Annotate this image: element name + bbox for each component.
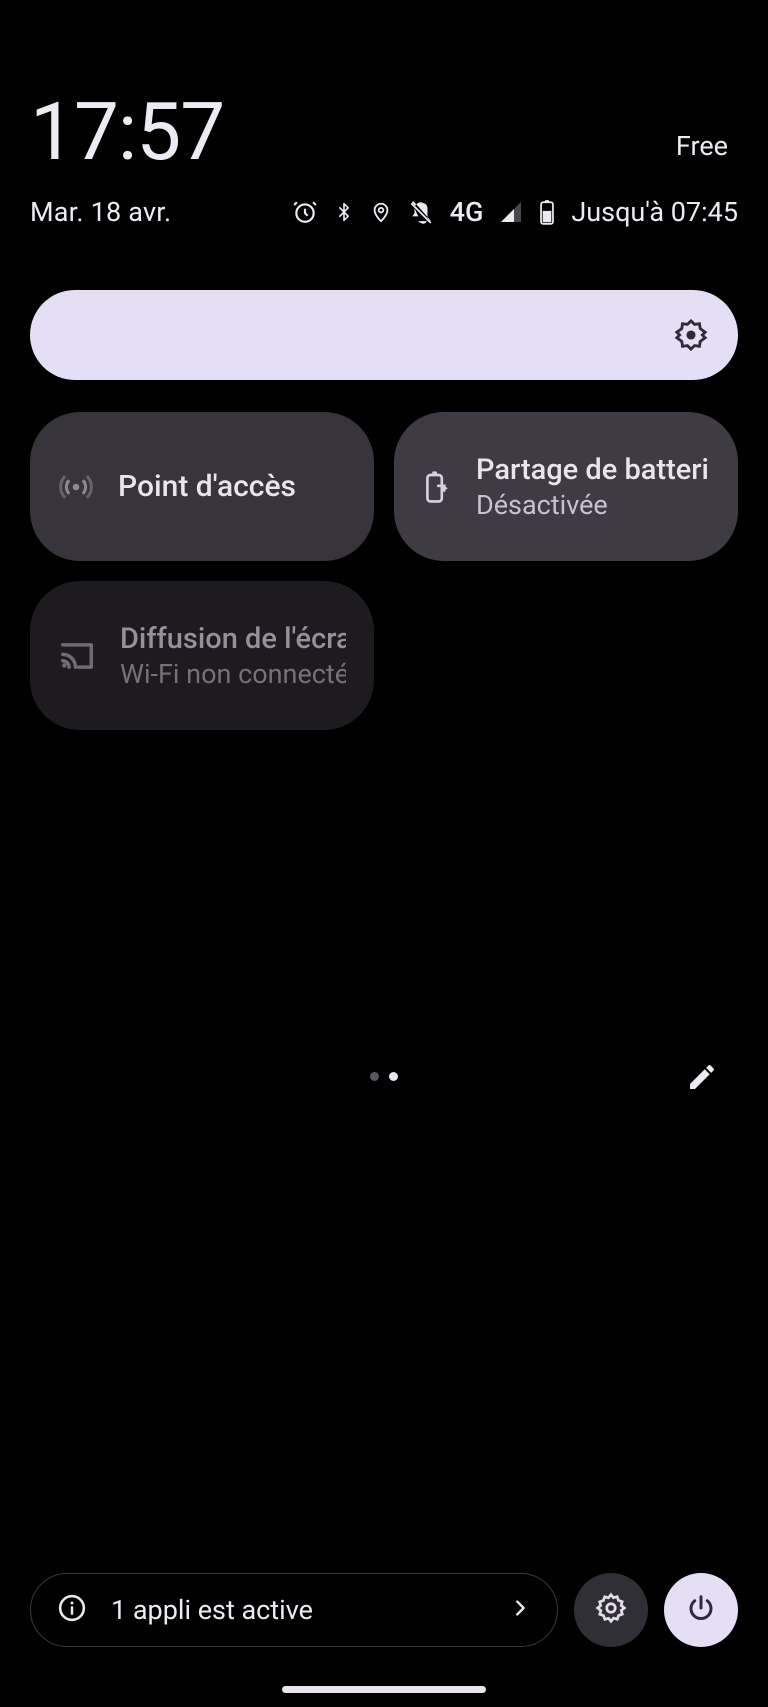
chevron-right-icon <box>509 1597 531 1623</box>
battery-share-icon <box>422 469 452 505</box>
page-dot-active <box>389 1072 398 1081</box>
dnd-mute-icon <box>408 199 434 225</box>
carrier-label: Free <box>676 130 728 162</box>
active-apps-label: 1 appli est active <box>111 1594 485 1626</box>
page-dot <box>370 1072 379 1081</box>
network-type-label: 4G <box>450 196 484 228</box>
status-icons: 4G Jusqu'à 07:45 <box>292 196 738 228</box>
tile-subtitle: Wi-Fi non connecté <box>120 658 346 690</box>
tile-title: Diffusion de l'écran <box>120 622 346 656</box>
location-icon <box>370 199 392 225</box>
signal-icon <box>499 200 523 224</box>
tile-battery-share[interactable]: Partage de batterie Désactivée <box>394 412 738 561</box>
clock-time: 17:57 <box>30 92 224 172</box>
page-dots <box>370 1072 398 1081</box>
info-icon <box>57 1593 87 1627</box>
tile-hotspot[interactable]: Point d'accès <box>30 412 374 561</box>
page-indicator-row <box>0 1072 768 1081</box>
battery-icon <box>539 199 555 225</box>
date-label: Mar. 18 avr. <box>30 196 171 228</box>
gear-icon <box>595 1592 627 1628</box>
quick-settings-panel: 17:57 Free Mar. 18 avr. <box>0 0 768 1707</box>
tile-title: Partage de batterie <box>476 453 710 487</box>
tile-cast[interactable]: Diffusion de l'écran Wi-Fi non connecté <box>30 581 374 730</box>
cast-icon <box>58 640 96 672</box>
battery-until-label: Jusqu'à 07:45 <box>571 196 738 228</box>
edit-tiles-button[interactable] <box>682 1057 722 1097</box>
active-apps-chip[interactable]: 1 appli est active <box>30 1573 558 1647</box>
qs-header: 17:57 Free Mar. 18 avr. <box>30 0 738 228</box>
hotspot-icon <box>58 469 94 505</box>
qs-footer: 1 appli est active <box>30 1573 738 1647</box>
brightness-slider[interactable] <box>30 290 738 380</box>
tile-subtitle: Désactivée <box>476 489 710 521</box>
power-button[interactable] <box>664 1573 738 1647</box>
brightness-icon <box>674 318 708 352</box>
gesture-nav-bar[interactable] <box>282 1686 486 1693</box>
tile-title: Point d'accès <box>118 469 346 504</box>
alarm-icon <box>292 199 318 225</box>
power-icon <box>686 1593 716 1627</box>
bluetooth-icon <box>334 199 354 225</box>
settings-button[interactable] <box>574 1573 648 1647</box>
qs-tiles: Point d'accès Partage de batterie Désact… <box>30 412 738 730</box>
